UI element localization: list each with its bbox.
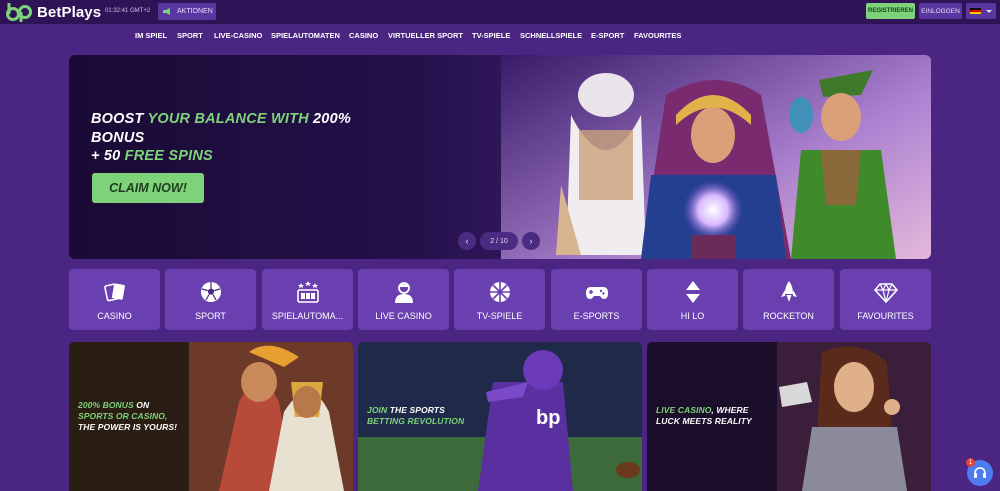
gamepad-icon xyxy=(585,287,608,299)
brand-logo[interactable]: BetPlays xyxy=(6,2,101,22)
claim-now-button[interactable]: CLAIM NOW! xyxy=(92,173,204,203)
main-nav: IM SPIEL SPORT LIVE-CASINO SPIELAUTOMATE… xyxy=(0,27,1000,45)
category-label: ROCKETON xyxy=(763,311,814,321)
timezone: GMT+2 xyxy=(130,8,151,14)
promo-card-bonus[interactable]: 200% BONUS ON SPORTS OR CASINO, THE POWE… xyxy=(69,342,353,491)
category-favourites[interactable]: FAVOURITES xyxy=(840,269,931,330)
language-selector[interactable] xyxy=(966,3,996,19)
nav-item-sport[interactable]: SPORT xyxy=(177,31,203,40)
category-hi-lo[interactable]: HI LO xyxy=(647,269,738,330)
svg-text:bp: bp xyxy=(536,407,560,429)
promo-text: , WHERE xyxy=(711,405,749,415)
register-button[interactable]: REGISTRIEREN xyxy=(866,3,915,19)
promo-text: THE POWER IS YOURS! xyxy=(78,422,178,432)
nav-item-schnellspiele[interactable]: SCHNELLSPIELE xyxy=(520,31,582,40)
hero-title-free-spins: FREE SPINS xyxy=(124,148,213,164)
chevron-down-icon xyxy=(986,9,992,13)
category-sport[interactable]: SPORT xyxy=(165,269,256,330)
german-flag-icon xyxy=(970,7,981,15)
hero-banner[interactable]: BOOST YOUR BALANCE WITH 200% BONUS + 50 … xyxy=(69,55,931,259)
chevron-left-icon[interactable]: ‹ xyxy=(458,232,476,250)
category-label: HI LO xyxy=(680,311,705,321)
promo-highlight: BETTING REVOLUTION xyxy=(367,416,465,426)
category-label: E-SPORTS xyxy=(573,311,620,321)
category-live-casino[interactable]: LIVE CASINO xyxy=(358,269,449,330)
hero-characters-illustration xyxy=(501,55,931,259)
promo-highlight: 200% BONUS xyxy=(78,400,134,410)
notification-badge: 1 xyxy=(966,458,975,467)
promo-card-live-casino[interactable]: LIVE CASINO, WHERE LUCK MEETS REALITY xyxy=(647,342,931,491)
promo-card-sports[interactable]: bp JOIN THE SPORTS BETTING REVOLUTION xyxy=(358,342,642,491)
promotions-button[interactable]: AKTIONEN xyxy=(158,3,216,20)
category-label: TV-SPIELE xyxy=(476,311,523,321)
nav-item-spielautomaten[interactable]: SPIELAUTOMATEN xyxy=(271,31,340,40)
rocket-icon xyxy=(780,281,797,302)
cards-icon xyxy=(103,283,125,302)
promo-highlight: SPORTS OR CASINO, xyxy=(78,411,168,421)
clock: 01:32:41 xyxy=(105,8,129,14)
nav-item-im-spiel[interactable]: IM SPIEL xyxy=(135,31,167,40)
hero-title-highlight: YOUR BALANCE WITH xyxy=(147,111,309,127)
slide-counter: 2 / 10 xyxy=(480,232,518,250)
category-label: SPIELAUTOMA... xyxy=(271,311,344,321)
category-slots[interactable]: SPIELAUTOMA... xyxy=(262,269,353,330)
promo-text: THE SPORTS xyxy=(387,405,445,415)
category-rocketon[interactable]: ROCKETON xyxy=(743,269,834,330)
hero-headline: BOOST YOUR BALANCE WITH 200% BONUS + 50 … xyxy=(91,110,391,166)
nav-item-e-sport[interactable]: E-SPORT xyxy=(591,31,624,40)
brand-logo-icon xyxy=(6,3,32,22)
nav-item-virtueller-sport[interactable]: VIRTUELLER SPORT xyxy=(388,31,463,40)
promotions-label: AKTIONEN xyxy=(177,8,213,15)
promo-card-text: 200% BONUS ON SPORTS OR CASINO, THE POWE… xyxy=(78,400,177,433)
top-bar: BetPlays 01:32:41 GMT+2 AKTIONEN REGISTR… xyxy=(0,0,1000,24)
soccer-ball-icon xyxy=(200,282,221,302)
category-tv-games[interactable]: TV-SPIELE xyxy=(454,269,545,330)
promo-text: ON xyxy=(133,400,150,410)
category-label: SPORT xyxy=(195,311,226,321)
promo-highlight: LIVE CASINO xyxy=(656,405,712,415)
promo-card-text: LIVE CASINO, WHERE LUCK MEETS REALITY xyxy=(656,405,752,427)
hi-lo-icon xyxy=(685,281,700,303)
headset-icon xyxy=(974,467,986,478)
promo-text: LUCK MEETS REALITY xyxy=(656,416,752,426)
nav-item-casino[interactable]: CASINO xyxy=(349,31,378,40)
promo-card-text: JOIN THE SPORTS BETTING REVOLUTION xyxy=(367,405,464,427)
hero-title-line2: BONUS xyxy=(91,129,145,146)
nav-item-tv-spiele[interactable]: TV-SPIELE xyxy=(472,31,510,40)
wheel-icon xyxy=(489,282,510,302)
hero-title-part1: BOOST xyxy=(91,111,148,127)
nav-item-live-casino[interactable]: LIVE-CASINO xyxy=(214,31,262,40)
chevron-right-icon[interactable]: › xyxy=(522,232,540,250)
megaphone-icon xyxy=(163,8,170,15)
category-label: FAVOURITES xyxy=(857,311,914,321)
category-casino[interactable]: CASINO xyxy=(69,269,160,330)
login-button[interactable]: EINLOGGEN xyxy=(919,3,962,19)
brand-name: BetPlays xyxy=(37,3,102,21)
category-label: CASINO xyxy=(97,311,132,321)
promo-highlight: JOIN xyxy=(367,405,388,415)
hero-title-part3: 200% xyxy=(308,111,351,127)
hero-title-line3a: + 50 xyxy=(91,148,125,164)
dealer-icon xyxy=(394,282,413,303)
slot-machine-icon xyxy=(296,281,319,303)
nav-item-favourites[interactable]: FAVOURITES xyxy=(634,31,681,40)
category-label: LIVE CASINO xyxy=(375,311,432,321)
diamond-icon xyxy=(873,282,898,304)
category-esports[interactable]: E-SPORTS xyxy=(551,269,642,330)
